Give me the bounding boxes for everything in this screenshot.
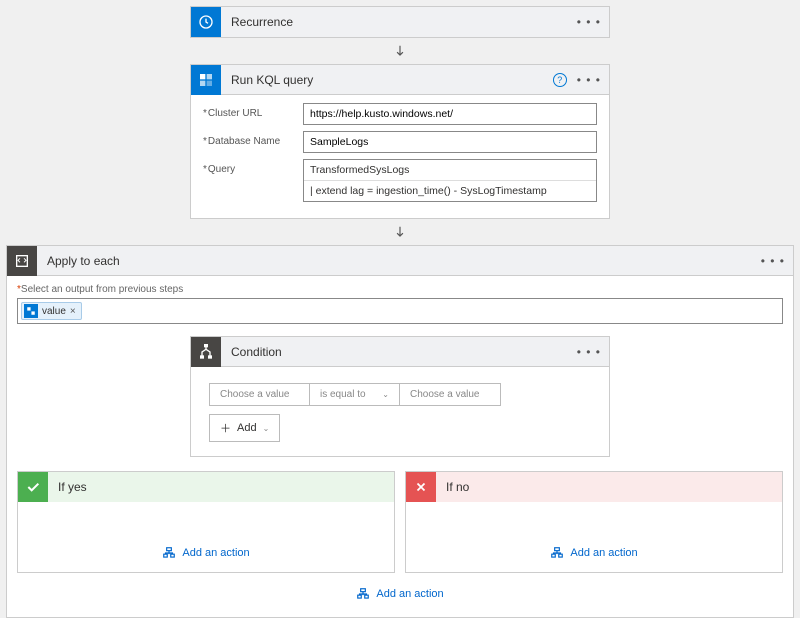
- apply-title: Apply to each: [37, 254, 761, 268]
- query-line: TransformedSysLogs: [304, 160, 596, 180]
- cluster-url-input[interactable]: [303, 103, 597, 125]
- kql-card[interactable]: Run KQL query ? • • • Cluster URL Databa…: [190, 64, 610, 219]
- query-input[interactable]: TransformedSysLogs | extend lag = ingest…: [303, 159, 597, 202]
- branches: If yes Add an action If no: [17, 471, 783, 573]
- check-icon: [18, 472, 48, 502]
- kql-title: Run KQL query: [221, 73, 553, 87]
- arrow-down-icon: [0, 219, 800, 245]
- arrow-down-icon: [0, 38, 800, 64]
- condition-title: Condition: [221, 345, 577, 359]
- recurrence-card[interactable]: Recurrence • • •: [190, 6, 610, 38]
- add-action-button[interactable]: Add an action: [550, 546, 637, 560]
- select-output-label: *Select an output from previous steps: [17, 284, 783, 295]
- if-yes-title: If yes: [48, 480, 394, 494]
- loop-icon: [7, 246, 37, 276]
- clock-icon: [191, 7, 221, 37]
- apply-to-each-card: Apply to each • • • *Select an output fr…: [6, 245, 794, 618]
- if-no-branch: If no Add an action: [405, 471, 783, 573]
- token-label: value: [42, 306, 66, 317]
- add-action-button[interactable]: Add an action: [162, 546, 249, 560]
- query-line: | extend lag = ingestion_time() - SysLog…: [304, 180, 596, 201]
- if-yes-branch: If yes Add an action: [17, 471, 395, 573]
- database-name-label: Database Name: [203, 131, 303, 147]
- more-icon[interactable]: • • •: [761, 254, 785, 268]
- recurrence-title: Recurrence: [221, 15, 577, 29]
- close-icon: [406, 472, 436, 502]
- action-icon: [162, 546, 176, 560]
- condition-operator[interactable]: is equal to⌄: [310, 384, 400, 405]
- condition-right-value[interactable]: Choose a value: [400, 384, 500, 405]
- help-icon[interactable]: ?: [553, 73, 567, 87]
- cluster-url-label: Cluster URL: [203, 103, 303, 119]
- action-icon: [550, 546, 564, 560]
- more-icon[interactable]: • • •: [577, 15, 601, 29]
- more-icon[interactable]: • • •: [577, 345, 601, 359]
- database-name-input[interactable]: [303, 131, 597, 153]
- select-output-input[interactable]: value ×: [17, 298, 783, 324]
- add-action-button[interactable]: Add an action: [356, 587, 443, 601]
- chevron-down-icon: ⌄: [263, 424, 270, 433]
- more-icon[interactable]: • • •: [577, 73, 601, 87]
- if-no-title: If no: [436, 480, 782, 494]
- kql-body: Cluster URL Database Name Query Transfor…: [191, 95, 609, 218]
- token-icon: [24, 304, 38, 318]
- condition-icon: [191, 337, 221, 367]
- query-label: Query: [203, 159, 303, 175]
- condition-row: Choose a value is equal to⌄ Choose a val…: [209, 383, 501, 406]
- plus-icon: ＋: [220, 420, 231, 436]
- chevron-down-icon: ⌄: [382, 390, 389, 399]
- action-icon: [356, 587, 370, 601]
- condition-card[interactable]: Condition • • • Choose a value is equal …: [190, 336, 610, 457]
- remove-token-icon[interactable]: ×: [70, 306, 76, 317]
- value-token[interactable]: value ×: [21, 302, 82, 320]
- kusto-icon: [191, 65, 221, 95]
- condition-left-value[interactable]: Choose a value: [210, 384, 310, 405]
- add-condition-button[interactable]: ＋ Add ⌄: [209, 414, 280, 442]
